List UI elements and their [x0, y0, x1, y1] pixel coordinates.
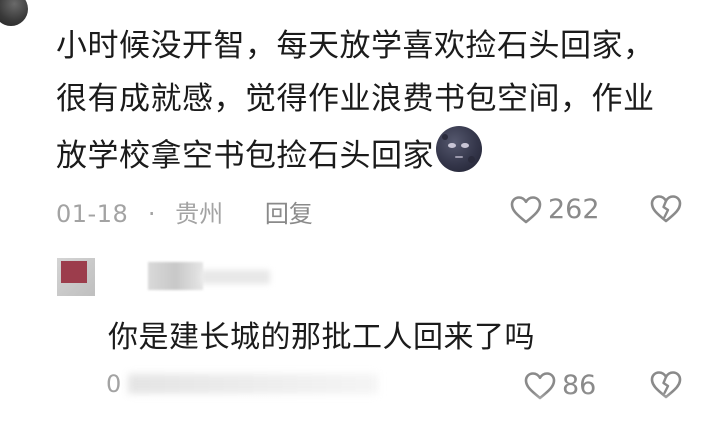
- bottom-fade-overlay: [0, 392, 719, 436]
- like-count: 262: [548, 194, 600, 225]
- commenter-avatar[interactable]: [0, 0, 28, 26]
- comment-location: 贵州: [175, 200, 224, 228]
- reply-text: 你是建长城的那批工人回来了吗: [108, 320, 535, 355]
- comment-line-3: 放学校拿空书包捡石头回家: [56, 126, 706, 183]
- reply-button[interactable]: 回复: [265, 194, 313, 229]
- new-moon-face-emoji-icon: [436, 126, 482, 172]
- broken-heart-icon[interactable]: [650, 194, 682, 224]
- heart-outline-icon: [510, 195, 542, 223]
- comment-date: 01-18: [56, 200, 129, 228]
- comment-line-3-text: 放学校拿空书包捡石头回家: [56, 138, 434, 174]
- comment-text: 小时候没开智，每天放学喜欢捡石头回家， 很有成就感，觉得作业浪费书包空间，作业 …: [56, 20, 706, 183]
- comment-meta: 01-18 · 贵州 回复: [56, 194, 313, 229]
- like-button[interactable]: 262: [510, 194, 600, 225]
- replier-name-redacted: [148, 262, 203, 290]
- meta-separator: ·: [147, 200, 156, 228]
- comment-line-1: 小时候没开智，每天放学喜欢捡石头回家，: [56, 28, 655, 64]
- reply-meta-blur: [128, 374, 378, 394]
- replier-name-redacted-tail: [200, 270, 270, 284]
- replier-avatar[interactable]: [57, 258, 95, 296]
- comment-line-2: 很有成就感，觉得作业浪费书包空间，作业: [56, 81, 655, 117]
